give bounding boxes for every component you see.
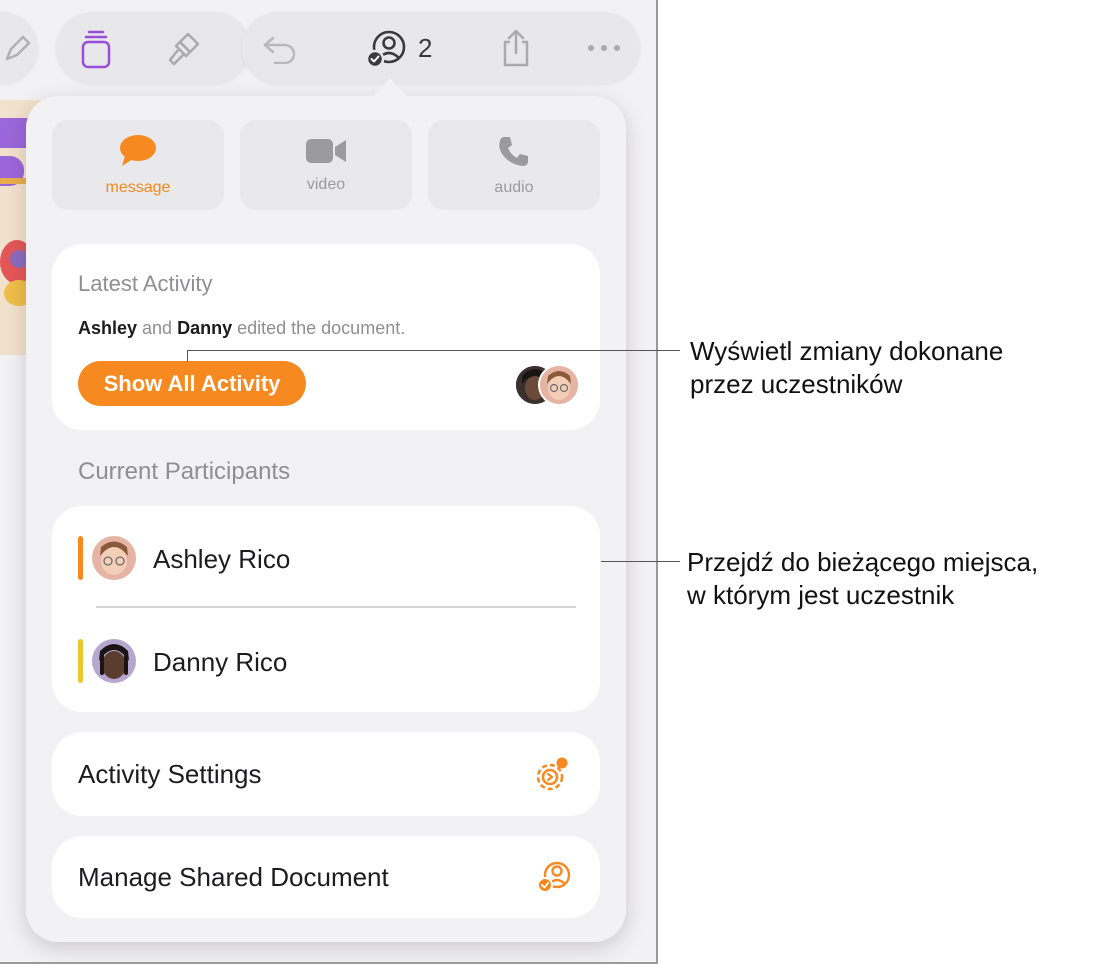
audio-button[interactable]: audio [428,120,600,210]
show-all-activity-button[interactable]: Show All Activity [78,361,306,406]
participant-name: Danny Rico [153,647,288,677]
callout-leader [601,561,680,562]
video-camera-icon [306,137,346,170]
stack-layers-icon[interactable] [76,28,116,70]
current-participants-title: Current Participants [78,458,291,485]
toolbar-group-left [0,12,38,84]
message-label: message [105,178,171,196]
activity-avatars [514,364,580,406]
callout-leader [187,350,188,362]
activity-suffix: edited the document. [232,318,406,338]
participant-color-indicator [78,536,83,580]
collaborator-count: 2 [418,33,433,63]
app-screenshot: 2 message video audio Latest Activity As… [0,0,658,964]
activity-name-2: Danny [177,318,233,338]
activity-connector: and [137,318,178,338]
participant-color-indicator [78,639,83,683]
manage-shared-document-label: Manage Shared Document [78,862,389,892]
phone-icon [497,134,531,173]
undo-icon[interactable] [260,30,300,66]
popover-arrow [372,78,408,98]
activity-settings-gear-icon [532,755,572,800]
avatar [92,536,136,580]
more-icon[interactable] [584,36,624,60]
callout-line-2: przez uczestników [690,369,903,399]
collaboration-icon[interactable] [364,28,408,70]
callout-line-1: Wyświetl zmiany dokonane [690,336,1004,366]
message-bubble-icon [119,134,157,173]
audio-label: audio [494,178,534,196]
message-button[interactable]: message [52,120,224,210]
avatar [92,639,136,683]
paintbrush-icon[interactable] [162,28,204,70]
toolbar-group-actions [242,12,640,84]
share-icon[interactable] [498,26,534,70]
activity-summary: Ashley and Danny edited the document. [78,318,405,339]
toolbar-group-format [56,12,250,84]
video-label: video [306,175,346,193]
video-button[interactable]: video [240,120,412,210]
latest-activity-title: Latest Activity [78,271,213,296]
activity-name-1: Ashley [78,318,138,338]
avatar [538,364,580,406]
manage-collaboration-icon [536,860,574,899]
activity-settings-label: Activity Settings [78,759,262,789]
callout-line-1: Przejdź do bieżącego miejsca, [687,547,1039,577]
callout-line-2: w którym jest uczestnik [687,580,955,610]
callout-show-activity: Wyświetl zmiany dokonane przez uczestnik… [690,335,1003,401]
participant-row-danny[interactable]: Danny Rico [78,631,578,691]
participant-name: Ashley Rico [153,544,291,574]
divider [96,606,576,608]
participant-row-ashley[interactable]: Ashley Rico [78,528,578,588]
callout-leader [187,350,680,351]
callout-go-to-participant: Przejdź do bieżącego miejsca, w którym j… [687,546,1038,612]
pencil-icon[interactable] [0,30,36,66]
